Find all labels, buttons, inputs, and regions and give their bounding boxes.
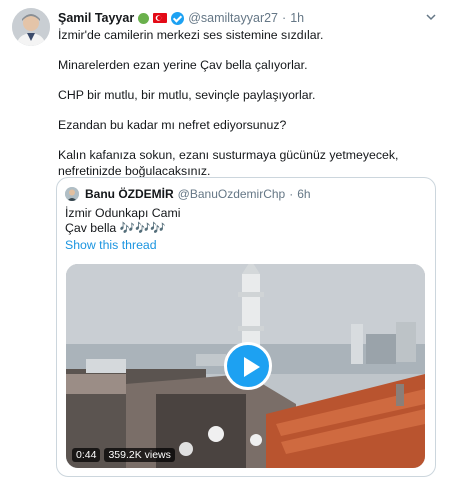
quoted-author-name[interactable]: Banu ÖZDEMİR (85, 187, 174, 201)
play-button[interactable] (224, 342, 272, 390)
quoted-tweet-timestamp[interactable]: 6h (297, 187, 310, 201)
video-player[interactable]: 0:44 359.2K views (66, 264, 425, 468)
separator-dot: · (289, 187, 294, 201)
tweet-line: Ezandan bu kadar mı nefret ediyorsunuz? (58, 118, 287, 132)
video-views: 359.2K views (104, 448, 175, 462)
show-thread-link[interactable]: Show this thread (65, 238, 181, 253)
green-circle-icon (138, 12, 150, 24)
tweet-line: CHP bir mutlu, bir mutlu, sevinçle payla… (58, 88, 316, 102)
quoted-tweet-text: İzmir Odunkapı Cami Çav bella 🎶🎶🎶 Show t… (65, 206, 181, 253)
quoted-author-handle[interactable]: @BanuOzdemirChp (178, 187, 286, 201)
quoted-tweet-header: Banu ÖZDEMİR @BanuOzdemirChp · 6h (65, 186, 311, 202)
author-avatar[interactable] (12, 8, 50, 46)
author-handle[interactable]: @samiltayyar27 (188, 11, 278, 25)
video-duration: 0:44 (72, 448, 101, 462)
quoted-tweet-line: İzmir Odunkapı Cami (65, 206, 181, 220)
tweet[interactable]: Şamil Tayyar @samiltayyar27 · 1h İzmir'd… (0, 0, 450, 482)
tweet-timestamp[interactable]: 1h (290, 11, 304, 25)
video-stats: 0:44 359.2K views (72, 448, 175, 462)
quoted-tweet-line: Çav bella 🎶🎶🎶 (65, 221, 166, 235)
tweet-text: İzmir'de camilerin merkezi ses sistemine… (58, 27, 428, 190)
author-name[interactable]: Şamil Tayyar (58, 11, 134, 25)
verified-icon (171, 11, 185, 25)
tweet-line: İzmir'de camilerin merkezi ses sistemine… (58, 28, 324, 42)
chevron-down-icon[interactable] (424, 10, 438, 24)
tweet-line: Minarelerden ezan yerine Çav bella çalıy… (58, 58, 308, 72)
separator-dot: · (282, 11, 287, 25)
tweet-line: Kalın kafanıza sokun, ezanı susturmaya g… (58, 148, 399, 178)
tweet-header: Şamil Tayyar @samiltayyar27 · 1h (58, 9, 438, 27)
quoted-author-avatar[interactable] (65, 187, 79, 201)
turkey-flag-icon (153, 13, 168, 23)
quoted-tweet[interactable]: Banu ÖZDEMİR @BanuOzdemirChp · 6h İzmir … (56, 177, 436, 477)
